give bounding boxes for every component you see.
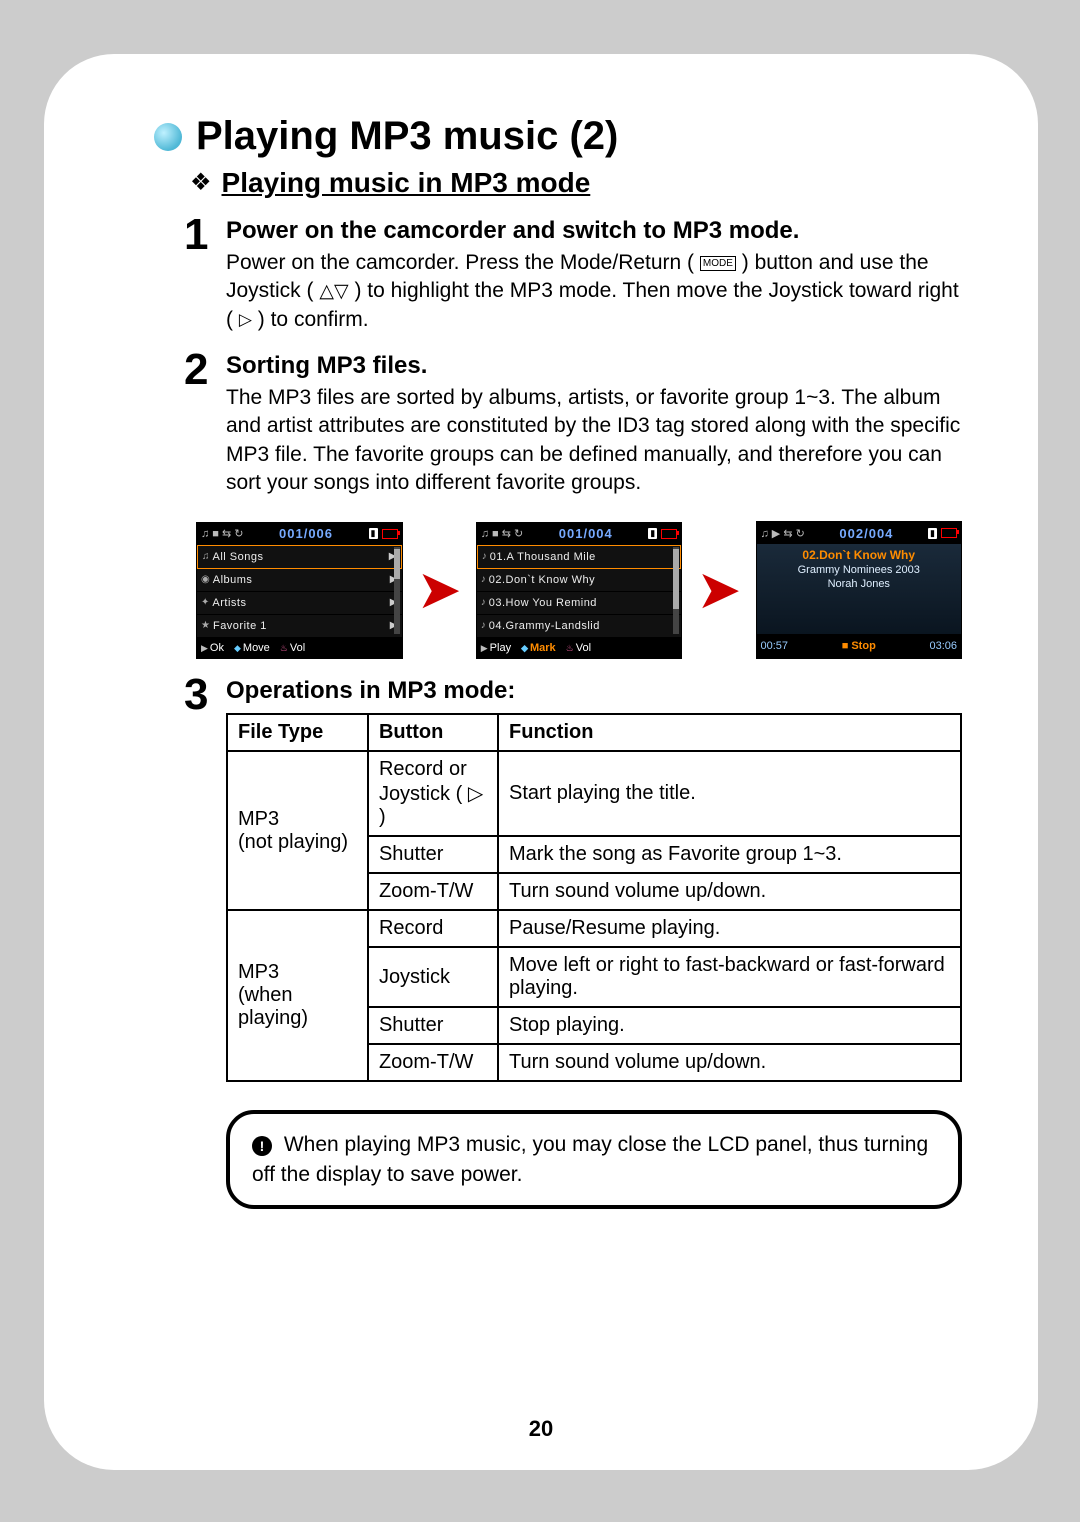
- battery-icon: [661, 529, 677, 539]
- text: ) to confirm.: [258, 308, 369, 331]
- menu-item: ✦Artists▶: [197, 592, 402, 615]
- cell-button: Joystick: [368, 947, 498, 1007]
- subtitle: Playing music in MP3 mode: [222, 167, 591, 199]
- hint-vol: Vol: [566, 642, 591, 654]
- card-badge: ▮: [369, 528, 378, 539]
- nowplaying-artist: Norah Jones: [757, 578, 962, 590]
- nowplaying-title: 02.Don`t Know Why: [757, 548, 962, 562]
- title-row: Playing MP3 music (2): [154, 114, 962, 159]
- subtitle-row: ❖ Playing music in MP3 mode: [190, 167, 962, 199]
- arrow-right-icon: ➤: [417, 563, 462, 617]
- joystick-updown-icon: △▽: [319, 279, 348, 305]
- cell-filetype: MP3 (when playing): [227, 910, 368, 1081]
- cell-button: Shutter: [368, 1007, 498, 1044]
- cell-button: Zoom-T/W: [368, 1044, 498, 1081]
- hint-ok: Ok: [201, 642, 224, 654]
- cell-function: Turn sound volume up/down.: [498, 873, 961, 910]
- note-box: ! When playing MP3 music, you may close …: [226, 1110, 962, 1209]
- cell-button: Record or Joystick ( ▷ ): [368, 751, 498, 836]
- step-number: 1: [184, 213, 214, 257]
- cell-button: Record: [368, 910, 498, 947]
- lcd-screenshot-menu: ♫ ■ ⇆ ↻ 001/006 ▮ ♫All Songs▶ ◉Albums▶ ✦…: [196, 522, 403, 659]
- screenshot-row: ♫ ■ ⇆ ↻ 001/006 ▮ ♫All Songs▶ ◉Albums▶ ✦…: [196, 521, 962, 659]
- page-title: Playing MP3 music (2): [196, 114, 618, 159]
- song-item: ♪02.Don`t Know Why: [477, 569, 682, 592]
- card-badge: ▮: [928, 528, 937, 539]
- cell-function: Stop playing.: [498, 1007, 961, 1044]
- cell-filetype: MP3 (not playing): [227, 751, 368, 910]
- step-1-text: Power on the camcorder. Press the Mode/R…: [226, 249, 962, 334]
- info-icon: !: [252, 1136, 272, 1156]
- bullet-icon: [154, 123, 182, 151]
- counter: 001/006: [248, 526, 365, 541]
- col-function: Function: [498, 714, 961, 751]
- step-2-text: The MP3 files are sorted by albums, arti…: [226, 384, 962, 497]
- page: basic operations Playing MP3 music (2) ❖…: [0, 0, 1080, 1522]
- counter: 002/004: [809, 526, 924, 541]
- page-number: 20: [44, 1416, 1038, 1442]
- cell-button: Shutter: [368, 836, 498, 873]
- step-2-title: Sorting MP3 files.: [226, 352, 962, 380]
- cell-function: Move left or right to fast-backward or f…: [498, 947, 961, 1007]
- status-icons: ♫ ■ ⇆ ↻: [201, 527, 244, 540]
- hint-play: Play: [481, 642, 511, 654]
- hint-move: Move: [234, 642, 270, 654]
- battery-icon: [941, 528, 957, 538]
- note-text: When playing MP3 music, you may close th…: [252, 1133, 928, 1185]
- menu-item: ★Favorite 1▶: [197, 615, 402, 638]
- content-card: Playing MP3 music (2) ❖ Playing music in…: [44, 54, 1038, 1470]
- cell-function: Mark the song as Favorite group 1~3.: [498, 836, 961, 873]
- nowplaying-album: Grammy Nominees 2003: [757, 564, 962, 576]
- song-item: ♪03.How You Remind: [477, 592, 682, 615]
- song-item: ♪01.A Thousand Mile: [477, 545, 682, 569]
- song-item: ♪04.Grammy-Landslid: [477, 615, 682, 638]
- cell-function: Turn sound volume up/down.: [498, 1044, 961, 1081]
- step-3: 3 Operations in MP3 mode: File Type Butt…: [184, 677, 962, 1209]
- step-2: 2 Sorting MP3 files. The MP3 files are s…: [184, 352, 962, 497]
- time-total: 03:06: [929, 640, 957, 652]
- counter: 001/004: [527, 526, 644, 541]
- step-number: 3: [184, 673, 214, 717]
- status-icons: ♫ ■ ⇆ ↻: [481, 527, 524, 540]
- scrollbar: [673, 547, 679, 634]
- battery-icon: [382, 529, 398, 539]
- operations-table: File Type Button Function MP3 (not playi…: [226, 713, 962, 1082]
- card-badge: ▮: [648, 528, 657, 539]
- text: Power on the camcorder. Press the Mode/R…: [226, 251, 694, 274]
- lcd-screenshot-nowplaying: ♫ ▶ ⇆ ↻ 002/004 ▮ 02.Don`t Know Why Gram…: [756, 521, 963, 659]
- col-button: Button: [368, 714, 498, 751]
- cell-button: Zoom-T/W: [368, 873, 498, 910]
- step-number: 2: [184, 348, 214, 392]
- menu-item: ◉Albums▶: [197, 569, 402, 592]
- hint-stop: Stop: [842, 640, 876, 652]
- step-3-title: Operations in MP3 mode:: [226, 677, 962, 705]
- step-1-title: Power on the camcorder and switch to MP3…: [226, 217, 962, 245]
- hint-mark: Mark: [521, 642, 556, 654]
- diamond-icon: ❖: [190, 171, 212, 195]
- cell-function: Start playing the title.: [498, 751, 961, 836]
- scrollbar: [394, 547, 400, 634]
- col-filetype: File Type: [227, 714, 368, 751]
- status-icons: ♫ ▶ ⇆ ↻: [761, 527, 805, 540]
- lcd-screenshot-songlist: ♫ ■ ⇆ ↻ 001/004 ▮ ♪01.A Thousand Mile ♪0…: [476, 522, 683, 659]
- menu-item: ♫All Songs▶: [197, 545, 402, 569]
- joystick-right-icon: ▷: [239, 309, 252, 332]
- step-1: 1 Power on the camcorder and switch to M…: [184, 217, 962, 334]
- mode-return-icon: MODE: [700, 256, 736, 272]
- time-elapsed: 00:57: [761, 640, 789, 652]
- arrow-right-icon: ➤: [696, 563, 741, 617]
- hint-vol: Vol: [280, 642, 305, 654]
- cell-function: Pause/Resume playing.: [498, 910, 961, 947]
